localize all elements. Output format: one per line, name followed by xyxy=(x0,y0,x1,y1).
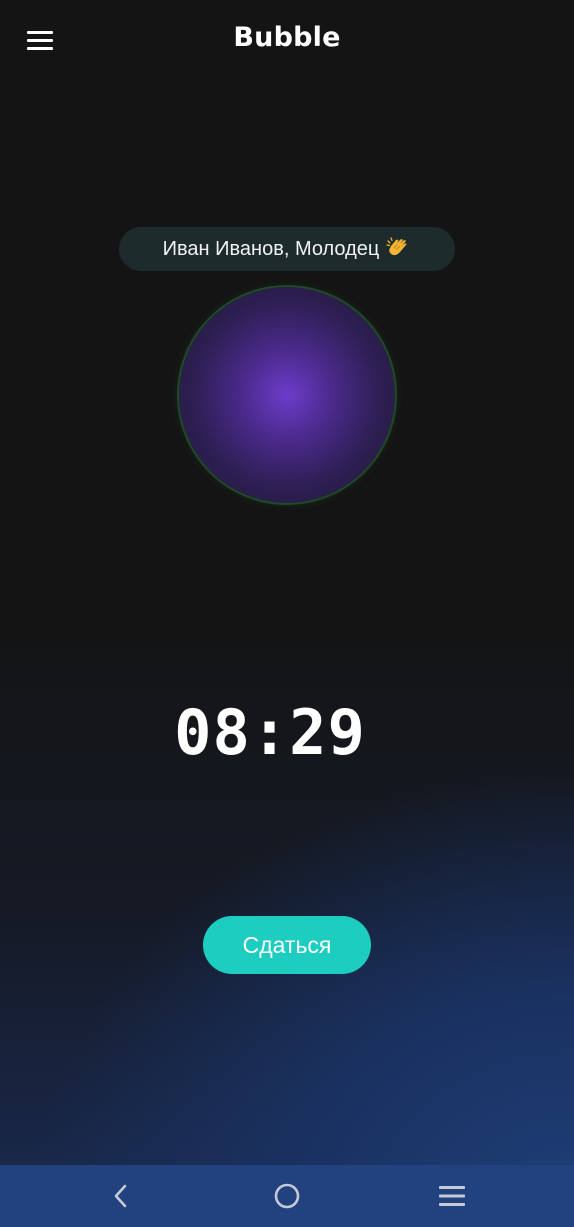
greeting-badge: Иван Иванов, Молодец xyxy=(119,227,455,271)
back-chevron-icon[interactable] xyxy=(91,1165,151,1227)
app-header: Bubble xyxy=(0,0,574,82)
countdown-timer: 08:29 xyxy=(174,696,366,769)
greeting-text: Иван Иванов, Молодец xyxy=(162,237,380,260)
app-title: Bubble xyxy=(233,22,341,53)
clapping-hands-icon xyxy=(386,237,407,256)
home-circle-icon[interactable] xyxy=(257,1165,317,1227)
app-screen: Bubble Иван Иванов, Молодец 08:29 Сдатьс… xyxy=(0,0,574,1227)
recents-menu-icon[interactable] xyxy=(422,1165,482,1227)
system-navigation-bar xyxy=(0,1165,574,1227)
surrender-button[interactable]: Сдаться xyxy=(203,916,371,974)
breathing-bubble[interactable] xyxy=(177,285,397,505)
